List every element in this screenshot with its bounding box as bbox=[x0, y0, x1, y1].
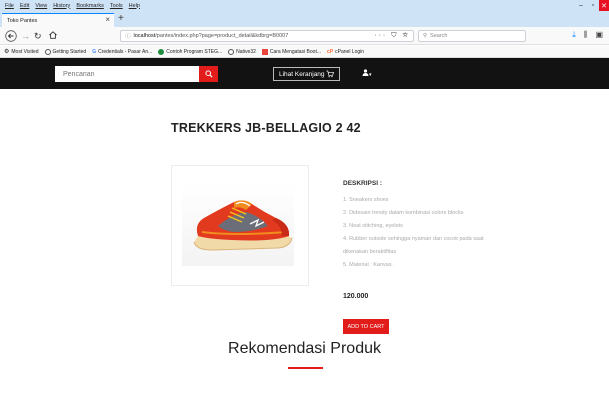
browser-tab[interactable]: Toko Pantes × bbox=[2, 13, 114, 27]
sneaker-image bbox=[182, 184, 294, 266]
bookmark-label: Contoh Program STEG... bbox=[166, 48, 223, 55]
product-price: 120.000 bbox=[343, 293, 369, 300]
info-icon[interactable]: ⓘ bbox=[125, 32, 131, 40]
site-icon bbox=[158, 48, 165, 55]
chevron-down-icon: ▾ bbox=[369, 72, 372, 78]
bookmark-native32[interactable]: Native32 bbox=[228, 48, 256, 55]
site-search-button[interactable] bbox=[199, 66, 218, 82]
cart-icon bbox=[326, 70, 334, 78]
home-icon[interactable] bbox=[48, 30, 58, 44]
bookmark-label: Most Visited bbox=[11, 48, 39, 55]
minimize-icon[interactable]: – bbox=[575, 0, 587, 11]
google-icon: G bbox=[92, 48, 97, 55]
bookmark-label: Getting Started bbox=[52, 48, 87, 55]
page-actions-icon[interactable]: ··· bbox=[374, 32, 387, 39]
globe-icon bbox=[228, 48, 235, 55]
bookmark-getting-started[interactable]: Getting Started bbox=[44, 48, 87, 55]
bookmark-label: cPanel Login bbox=[335, 48, 365, 55]
gear-icon: ⚙ bbox=[4, 49, 10, 55]
bookmark-label: Credentials - Pasar An... bbox=[98, 48, 153, 55]
cpanel-icon: cP bbox=[327, 48, 334, 55]
title-underline bbox=[288, 367, 323, 369]
description-heading: DESKRIPSI : bbox=[343, 180, 383, 187]
browser-menubar: File Edit View History Bookmarks Tools H… bbox=[0, 0, 609, 11]
tab-title: Toko Pantes bbox=[7, 17, 38, 24]
blogger-icon bbox=[261, 48, 268, 55]
description-line: 1. Sneakers shoes bbox=[343, 197, 389, 203]
view-cart-link[interactable]: Lihat Keranjang bbox=[273, 67, 340, 81]
site-search-input[interactable] bbox=[55, 66, 199, 82]
browser-search-box[interactable]: ⚲ Search bbox=[418, 30, 526, 42]
url-path: /pantes/index.php?page=product_detail&kd… bbox=[155, 33, 289, 39]
bookmark-credentials[interactable]: G Credentials - Pasar An... bbox=[92, 49, 152, 55]
site-header: Lihat Keranjang ▾ bbox=[0, 58, 609, 89]
reload-icon[interactable]: ↻ bbox=[34, 30, 42, 42]
product-image bbox=[171, 165, 309, 286]
search-icon bbox=[204, 70, 213, 78]
recommendation-title: Rekomendasi Produk bbox=[228, 340, 381, 357]
menu-bookmarks[interactable]: Bookmarks bbox=[76, 3, 104, 9]
pocket-icon[interactable]: ⛉ bbox=[391, 32, 398, 39]
search-icon: ⚲ bbox=[423, 33, 428, 39]
user-menu[interactable]: ▾ bbox=[362, 69, 372, 78]
library-icon[interactable]: ⫼ bbox=[584, 30, 588, 40]
forward-icon[interactable]: → bbox=[21, 30, 30, 42]
description-line: 2. Didesain trendy dalam kombinasi color… bbox=[343, 210, 464, 216]
description-line: 5. Material : Kanvas . bbox=[343, 262, 395, 268]
url-bar[interactable]: ⓘ localhost/pantes/index.php?page=produc… bbox=[120, 30, 414, 42]
menu-file[interactable]: File bbox=[5, 3, 14, 9]
browser-tabbar: Toko Pantes × + bbox=[0, 11, 609, 27]
firefox-icon bbox=[44, 48, 51, 55]
new-tab-icon[interactable]: + bbox=[118, 14, 124, 24]
toolbar-icons: ⤓ ⫼ ▣ bbox=[572, 30, 603, 40]
description-list: 1. Sneakers shoes 2. Didesain trendy dal… bbox=[343, 194, 523, 272]
page-actions: ··· ⛉ ☆ bbox=[374, 32, 410, 40]
cart-label: Lihat Keranjang bbox=[279, 70, 325, 78]
back-icon[interactable] bbox=[5, 30, 17, 46]
description-line: 3. Neat stitching, eyelets bbox=[343, 223, 403, 229]
product-title: TREKKERS JB-BELLAGIO 2 42 bbox=[171, 121, 361, 135]
add-to-cart-button[interactable]: ADD TO CART bbox=[343, 319, 389, 334]
download-icon[interactable]: ⤓ bbox=[572, 30, 576, 40]
menu-history[interactable]: History bbox=[53, 3, 70, 9]
menu-edit[interactable]: Edit bbox=[20, 3, 29, 9]
menu-tools[interactable]: Tools bbox=[110, 3, 123, 9]
bookmark-cpanel[interactable]: cP cPanel Login bbox=[327, 49, 364, 55]
bookmark-contoh-program[interactable]: Contoh Program STEG... bbox=[158, 48, 223, 55]
browser-navbar: → ↻ ⓘ localhost/pantes/index.php?page=pr… bbox=[0, 27, 609, 45]
sidebar-icon[interactable]: ▣ bbox=[595, 30, 603, 40]
user-icon bbox=[362, 69, 369, 76]
window-controls: – ▫ ✕ bbox=[575, 0, 609, 11]
bookmark-label: Native32 bbox=[236, 48, 256, 55]
description-line: 4. Rubber outsole sehingga nyaman dan co… bbox=[343, 236, 484, 242]
close-window-icon[interactable]: ✕ bbox=[599, 0, 609, 11]
maximize-icon[interactable]: ▫ bbox=[587, 0, 599, 11]
menu-help[interactable]: Help bbox=[129, 3, 140, 9]
bookmark-cara-mengatasi[interactable]: Cara Mengatasi Boot... bbox=[261, 48, 322, 55]
bookmark-most-visited[interactable]: ⚙ Most Visited bbox=[4, 48, 39, 56]
url-host: localhost bbox=[133, 33, 156, 39]
bookmark-star-icon[interactable]: ☆ bbox=[402, 32, 410, 39]
description-line: dikenakan beraktifitas bbox=[343, 249, 397, 255]
bookmark-label: Cara Mengatasi Boot... bbox=[269, 48, 322, 55]
tab-close-icon[interactable]: × bbox=[105, 15, 110, 24]
menu-view[interactable]: View bbox=[35, 3, 47, 9]
bookmarks-toolbar: ⚙ Most Visited Getting Started G Credentia… bbox=[0, 46, 609, 58]
browser-search-placeholder: Search bbox=[430, 33, 448, 39]
